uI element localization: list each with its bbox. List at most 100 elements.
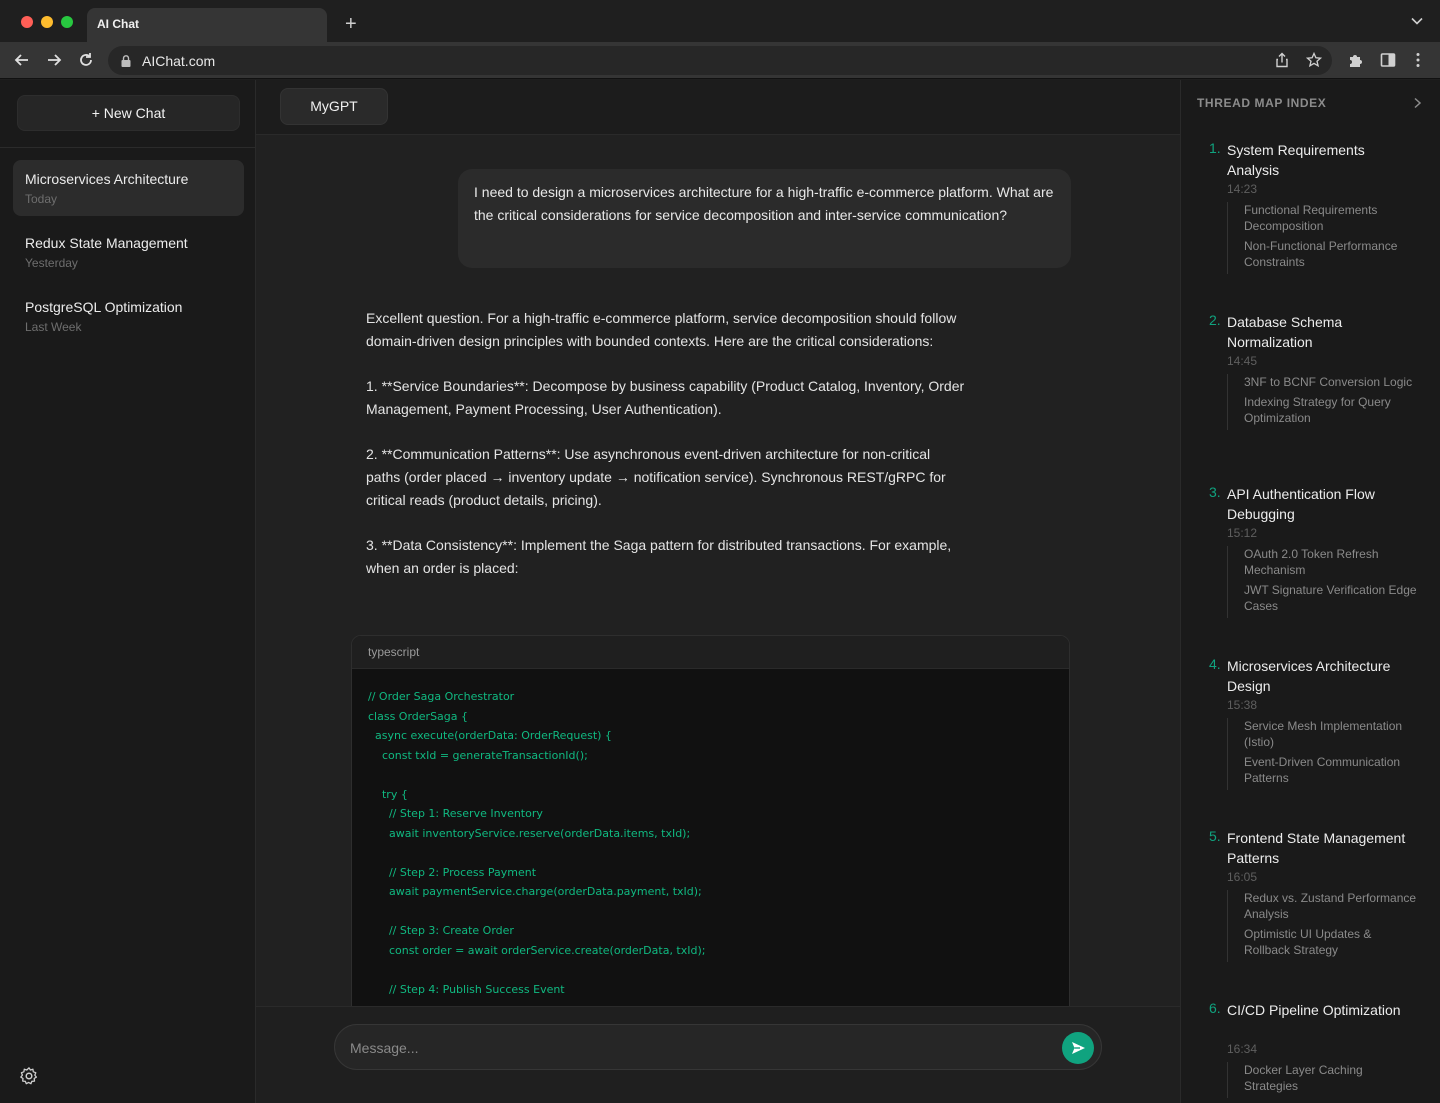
send-arrow-icon: [1072, 1042, 1085, 1054]
code-line: // Step 4: Publish Success Event: [368, 982, 565, 996]
section-title: API Authentication Flow Debugging: [1227, 486, 1375, 522]
close-window-button[interactable]: [21, 16, 33, 28]
section-subtopics: Docker Layer Caching Strategies: [1227, 1062, 1417, 1098]
section-time: 15:12: [1227, 526, 1258, 540]
section-time: 15:38: [1227, 698, 1258, 712]
assistant-paragraph: 1. **Service Boundaries**: Decompose by …: [366, 378, 965, 417]
code-line: try {: [368, 787, 408, 801]
chat-title: Microservices Architecture: [25, 171, 189, 187]
chat-date: Yesterday: [25, 256, 78, 270]
section-subtopics: OAuth 2.0 Token Refresh Mechanism JWT Si…: [1227, 546, 1417, 618]
tab-title: AI Chat: [97, 17, 139, 31]
more-menu-icon[interactable]: [1409, 51, 1427, 69]
section-time: 14:23: [1227, 182, 1258, 196]
code-line: // Step 2: Process Payment: [368, 865, 537, 879]
chat-history-item[interactable]: Microservices Architecture Today: [13, 160, 244, 216]
assistant-paragraph: Excellent question. For a high-traffic e…: [366, 310, 957, 349]
section-title: CI/CD Pipeline Optimization: [1227, 1002, 1401, 1018]
browser-tab[interactable]: AI Chat: [87, 8, 327, 42]
address-bar[interactable]: AIChat.com: [108, 46, 1332, 75]
thread-map-panel: THREAD MAP INDEX 1. System Requirements …: [1180, 80, 1440, 1103]
section-title: Frontend State Management Patterns: [1227, 830, 1406, 866]
code-body: // Order Saga Orchestrator class OrderSa…: [352, 669, 1069, 1014]
chat-date: Last Week: [25, 320, 82, 334]
section-time: 16:34: [1227, 1042, 1258, 1056]
message-input[interactable]: [350, 1037, 1040, 1059]
section-title: Microservices Architecture Design: [1227, 658, 1391, 694]
chat-history-item[interactable]: PostgreSQL Optimization Last Week: [13, 288, 244, 344]
subtopic[interactable]: Functional Requirements Decomposition: [1244, 202, 1417, 234]
extensions-icon[interactable]: [1347, 51, 1365, 69]
composer: [334, 1024, 1102, 1070]
code-line: // Step 3: Create Order: [368, 924, 514, 937]
section-number: 3.: [1209, 484, 1221, 500]
subtopic[interactable]: OAuth 2.0 Token Refresh Mechanism: [1244, 546, 1417, 578]
chat-history-item[interactable]: Redux State Management Yesterday: [13, 224, 244, 280]
new-tab-button[interactable]: +: [345, 12, 357, 36]
assistant-paragraph: 3. **Data Consistency**: Implement the S…: [366, 537, 952, 576]
subtopic[interactable]: JWT Signature Verification Edge Cases: [1244, 582, 1417, 614]
code-line: const order = await orderService.create(…: [368, 943, 706, 957]
section-time: 16:05: [1227, 870, 1258, 884]
code-block: typescript // Order Saga Orchestrator cl…: [351, 635, 1070, 1015]
section-subtopics: Functional Requirements Decomposition No…: [1227, 202, 1417, 274]
subtopic[interactable]: Optimistic UI Updates & Rollback Strateg…: [1244, 926, 1417, 958]
user-message: I need to design a microservices archite…: [458, 169, 1071, 268]
chat-sidebar: + New Chat Microservices Architecture To…: [0, 80, 256, 1103]
code-line: // Step 1: Reserve Inventory: [368, 807, 543, 820]
chevron-down-icon[interactable]: [1410, 14, 1424, 28]
code-line: // Order Saga Orchestrator: [368, 690, 515, 703]
sidebar-divider: [0, 147, 255, 148]
chat-title: PostgreSQL Optimization: [25, 299, 183, 315]
forward-arrow-icon[interactable]: [45, 51, 63, 69]
section-number: 5.: [1209, 828, 1221, 844]
section-number: 2.: [1209, 312, 1221, 328]
subtopic[interactable]: Service Mesh Implementation (Istio): [1244, 718, 1417, 750]
subtopic[interactable]: Indexing Strategy for Query Optimization: [1244, 394, 1417, 426]
section-title: Database Schema Normalization: [1227, 314, 1343, 350]
section-time: 14:45: [1227, 354, 1258, 368]
chevron-right-icon[interactable]: [1412, 97, 1422, 109]
code-line: const txId = generateTransactionId();: [368, 748, 588, 762]
browser-titlebar: AI Chat +: [0, 0, 1440, 42]
composer-area: [256, 1006, 1180, 1103]
share-icon[interactable]: [1274, 52, 1290, 68]
subtopic[interactable]: Redux vs. Zustand Performance Analysis: [1244, 890, 1417, 922]
assistant-message: Excellent question. For a high-traffic e…: [366, 307, 966, 602]
send-button[interactable]: [1062, 1032, 1094, 1064]
subtopic[interactable]: 3NF to BCNF Conversion Logic: [1244, 374, 1417, 390]
maximize-window-button[interactable]: [61, 16, 73, 28]
section-title: System Requirements Analysis: [1227, 142, 1365, 178]
back-arrow-icon[interactable]: [13, 51, 31, 69]
side-panel-icon[interactable]: [1379, 51, 1397, 69]
section-number: 1.: [1209, 140, 1221, 156]
section-subtopics: Redux vs. Zustand Performance Analysis O…: [1227, 890, 1417, 962]
code-line: await paymentService.charge(orderData.pa…: [368, 885, 702, 898]
code-line: await inventoryService.reserve(orderData…: [368, 826, 691, 840]
code-line: class OrderSaga {: [368, 709, 469, 723]
code-language-label: typescript: [352, 636, 1069, 669]
thread-map-title: THREAD MAP INDEX: [1197, 96, 1327, 110]
new-chat-button[interactable]: + New Chat: [17, 95, 240, 131]
minimize-window-button[interactable]: [41, 16, 53, 28]
chat-main: MyGPT I need to design a microservices a…: [256, 80, 1180, 1103]
bookmark-star-icon[interactable]: [1306, 52, 1322, 68]
subtopic[interactable]: Non-Functional Performance Constraints: [1244, 238, 1417, 270]
subtopic[interactable]: Event-Driven Communication Patterns: [1244, 754, 1417, 786]
reload-icon[interactable]: [77, 51, 95, 69]
model-selector-button[interactable]: MyGPT: [280, 88, 388, 125]
settings-gear-icon[interactable]: [19, 1066, 39, 1086]
browser-toolbar: AIChat.com: [0, 42, 1440, 79]
section-number: 4.: [1209, 656, 1221, 672]
section-subtopics: Service Mesh Implementation (Istio) Even…: [1227, 718, 1417, 790]
subtopic[interactable]: Docker Layer Caching Strategies: [1244, 1062, 1417, 1094]
assistant-paragraph: 2. **Communication Patterns**: Use async…: [366, 446, 946, 508]
section-number: 6.: [1209, 1000, 1221, 1016]
lock-icon: [121, 55, 131, 67]
url-text: AIChat.com: [142, 53, 216, 69]
section-subtopics: 3NF to BCNF Conversion Logic Indexing St…: [1227, 374, 1417, 430]
chat-header: MyGPT: [256, 80, 1180, 135]
